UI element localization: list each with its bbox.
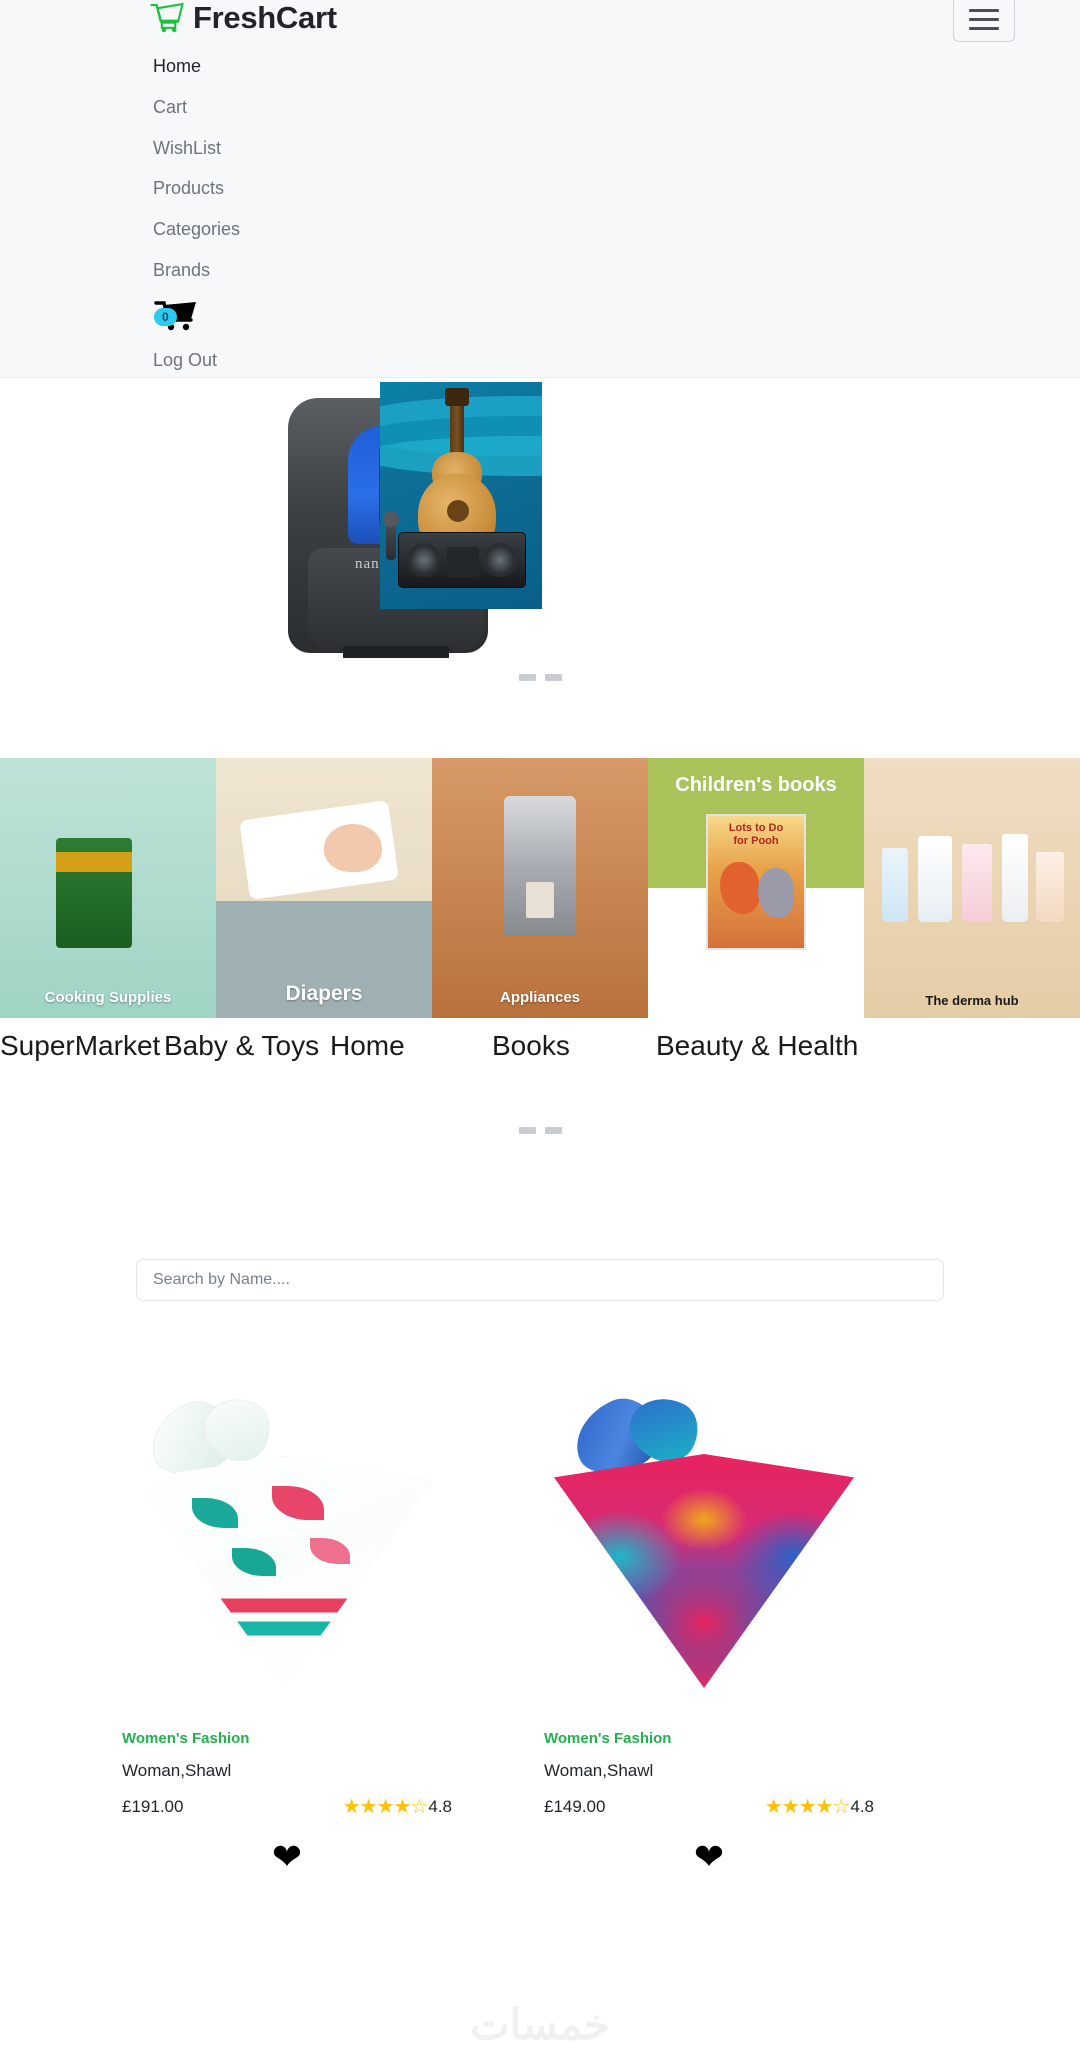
hamburger-bar [969,9,999,12]
watermark: خمسات [469,2001,611,2048]
product-image-scarf-floral[interactable] [122,1387,452,1708]
star-rating-icon: ★★★★☆ [764,1796,851,1818]
heart-icon[interactable]: ❤ [694,1839,724,1875]
rating-value: 4.8 [428,1797,452,1816]
nav-item-home[interactable]: Home [153,47,240,88]
product-price: £149.00 [544,1797,606,1816]
category-image-caption: The derma hub [925,993,1019,1008]
product-title: Woman,Shawl [544,1761,654,1780]
hamburger-bar [969,18,999,21]
category-name-home[interactable]: Home [330,1020,405,1072]
book-character-tigger [720,862,760,914]
category-names-row: SuperMarket Baby & Toys Home Books Beaut… [0,1020,1080,1072]
dj-mixer [447,547,479,577]
hero-slide-music[interactable] [380,382,542,609]
car-seat-foot [343,646,449,658]
nav-links-list: Home Cart WishList Products Categories B… [153,47,240,382]
nav-item-brands[interactable]: Brands [153,251,240,292]
brand-logo[interactable]: FreshCart [150,2,337,33]
nav-cart-button[interactable]: 0 [153,298,199,334]
hero-carousel: nania [0,378,1080,718]
category-image-caption: Diapers [285,982,363,1005]
heart-icon[interactable]: ❤ [272,1839,302,1875]
hamburger-bar [969,27,999,30]
product-price: £191.00 [122,1797,184,1816]
category-pagination-dots [0,1127,1080,1134]
shopping-cart-icon [150,2,184,33]
wishlist-row: ❤ [544,1839,874,1875]
book-cover-title: Lots to Do for Pooh [728,822,784,847]
dj-platter-left [407,543,441,577]
scarf-body [554,1454,854,1688]
category-name-supermarket[interactable]: SuperMarket [0,1020,160,1072]
category-image-caption: Appliances [499,989,581,1006]
nav-item-categories[interactable]: Categories [153,210,240,251]
category-image-caption: Cooking Supplies [44,989,172,1006]
beauty-bottle-4 [1002,834,1028,922]
rating-value: 4.8 [850,1797,874,1816]
product-info: Women's Fashion Woman,Shawl £191.00 ★★★★… [122,1730,518,1875]
product-price-rating-row: £149.00 ★★★★☆ 4.8 [544,1797,874,1817]
category-slider: Cooking Supplies Diapers Appliances Chil… [0,758,1080,1018]
search-input[interactable] [136,1259,944,1301]
coffee-machine-graphic [504,796,576,936]
beauty-bottle-3 [962,844,992,922]
product-card[interactable]: Women's Fashion Woman,Shawl £149.00 ★★★★… [544,1386,940,2052]
brand-name: FreshCart [193,0,337,35]
nav-item-products[interactable]: Products [153,169,240,210]
baby-graphic [324,824,382,872]
product-price-rating-row: £191.00 ★★★★☆ 4.8 [122,1797,452,1817]
supermarket-product-graphic [56,838,132,948]
category-card-books[interactable]: Children's books Lots to Do for Pooh [648,758,864,1018]
product-rating: ★★★★☆ 4.8 [343,1797,452,1817]
product-category: Women's Fashion [544,1730,672,1747]
category-card-baby-toys[interactable]: Diapers [216,758,432,1018]
nav-item-logout[interactable]: Log Out [153,341,240,382]
category-name-beauty-health[interactable]: Beauty & Health [656,1020,858,1072]
category-name-books[interactable]: Books [492,1020,570,1072]
product-rating: ★★★★☆ 4.8 [765,1797,874,1817]
book-character-eeyore [758,868,794,918]
category-image-row: Cooking Supplies Diapers Appliances Chil… [0,758,1080,1018]
hero-pagination-dots [0,674,1080,681]
category-image-caption: Children's books [675,774,837,796]
search-bar [136,1259,944,1301]
beauty-bottle-5 [1036,852,1064,922]
nav-item-wishlist[interactable]: WishList [153,129,240,170]
product-image-scarf-multicolour[interactable] [544,1386,874,1708]
hero-dot-2[interactable] [544,674,562,681]
category-card-supermarket[interactable]: Cooking Supplies [0,758,216,1018]
book-cover-graphic: Lots to Do for Pooh [706,814,806,950]
product-info: Women's Fashion Woman,Shawl £149.00 ★★★★… [544,1730,940,1875]
dj-controller-icon [398,532,526,588]
beauty-bottle-1 [882,848,908,922]
category-card-home[interactable]: Appliances [432,758,648,1018]
top-navbar: FreshCart Home Cart WishList Products Ca… [0,0,1080,378]
cart-count-badge: 0 [154,307,177,326]
product-grid: Women's Fashion Woman,Shawl £191.00 ★★★★… [0,1386,1080,2052]
product-category: Women's Fashion [122,1730,250,1747]
category-dot-1[interactable] [518,1127,536,1134]
wishlist-row: ❤ [122,1839,452,1875]
dj-platter-right [483,543,517,577]
product-title: Woman,Shawl [122,1761,232,1780]
navbar-toggler-button[interactable] [953,0,1015,42]
guitar-headstock [445,388,469,406]
category-card-beauty-health[interactable]: The derma hub [864,758,1080,1018]
star-rating-icon: ★★★★☆ [342,1796,429,1818]
product-card[interactable]: Women's Fashion Woman,Shawl £191.00 ★★★★… [122,1387,518,2052]
category-name-baby-toys[interactable]: Baby & Toys [164,1020,319,1072]
category-dot-2[interactable] [544,1127,562,1134]
beauty-bottle-2 [918,836,952,922]
microphone-icon [383,511,399,560]
nav-item-cart[interactable]: Cart [153,88,240,129]
hero-dot-1[interactable] [518,674,536,681]
